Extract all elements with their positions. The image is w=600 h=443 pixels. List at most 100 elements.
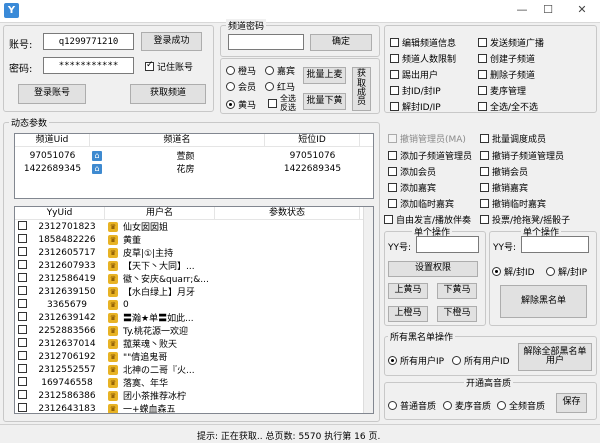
row-checkbox[interactable] [15, 377, 29, 388]
revoke-member-checkbox[interactable]: 撤销会员 [480, 165, 528, 178]
get-members-button[interactable]: 获取成员 [352, 67, 371, 111]
password-input[interactable]: *********** [43, 57, 134, 74]
add-temp-guest-checkbox[interactable]: 添加临时嘉宾 [388, 197, 454, 210]
row-checkbox[interactable] [15, 221, 29, 232]
unban-ip-radio[interactable]: 解/封IP [546, 265, 587, 278]
full-quality-radio[interactable]: 全频音质 [497, 399, 545, 412]
batch-dispatch-checkbox[interactable]: 批量调度成员 [480, 132, 546, 145]
user-row[interactable]: 169746558 ♛ 落寞、年华 [15, 376, 373, 389]
channel-row[interactable]: 1422689345 ⌂ 花房 1422689345 [15, 162, 373, 175]
row-checkbox[interactable] [15, 273, 29, 284]
row-checkbox[interactable] [15, 312, 29, 323]
revoke-sub-admin-checkbox[interactable]: 撤销子频道管理员 [480, 149, 564, 162]
user-row[interactable]: 2252883566 ♛ Ty.桃花源一欢迎 [15, 324, 373, 337]
select-all-label: 全选 反选 [280, 94, 296, 112]
select-all-checkbox[interactable]: 全选 反选 [268, 94, 298, 112]
up-orange-button[interactable]: 上橙马 [388, 306, 428, 322]
row-checkbox[interactable] [15, 260, 29, 271]
minimize-icon[interactable]: — [512, 2, 532, 18]
perm-create-sub-checkbox[interactable]: 创建子频道 [478, 52, 535, 65]
unban-blacklist-button[interactable]: 解除黑名单 [500, 285, 587, 318]
user-row[interactable]: 2312607933 ♛ 【天下丶大同】... [15, 259, 373, 272]
user-row[interactable]: 1858482226 ♛ 黄董 [15, 233, 373, 246]
row-checkbox[interactable] [15, 247, 29, 258]
col-short-id[interactable]: 短位ID [265, 134, 360, 147]
perm-select-all-checkbox[interactable]: 全选/全不选 [478, 100, 538, 113]
up-yellow-button[interactable]: 上黄马 [388, 283, 428, 299]
row-checkbox[interactable] [15, 338, 29, 349]
perm-broadcast-checkbox[interactable]: 发送频道广播 [478, 36, 544, 49]
unban-all-blacklist-button[interactable]: 解除全部黑名单用户 [518, 343, 592, 371]
perm-mic-order-checkbox[interactable]: 麦序管理 [478, 84, 526, 97]
channel-list[interactable]: 频道Uid 频道名 短位ID 97051076 ⌂ 萱颜 97051076 14… [14, 133, 374, 199]
yy-input-right[interactable] [521, 236, 589, 253]
revoke-admin-checkbox[interactable]: 撤销管理员(MA) [388, 132, 466, 145]
channel-password-input[interactable] [228, 34, 304, 50]
add-guest-checkbox[interactable]: 添加嘉宾 [388, 181, 436, 194]
radio-orange[interactable]: 橙马 [226, 64, 256, 77]
perm-limit-checkbox[interactable]: 频道人数限制 [390, 52, 456, 65]
row-checkbox[interactable] [15, 325, 29, 336]
normal-quality-radio[interactable]: 普通音质 [388, 399, 436, 412]
row-checkbox[interactable] [15, 403, 29, 413]
down-yellow-button[interactable]: 下黄马 [437, 283, 477, 299]
confirm-button[interactable]: 确定 [310, 34, 372, 51]
col-channel-uid[interactable]: 频道Uid [15, 134, 90, 147]
col-param-status[interactable]: 参数状态 [215, 207, 360, 220]
maximize-icon[interactable]: ☐ [538, 2, 558, 18]
login-success-button[interactable]: 登录成功 [141, 32, 202, 51]
row-checkbox[interactable] [15, 234, 29, 245]
user-list[interactable]: YyUid 用户名 参数状态 2312701823 ♛ 仙女囡囡姐 185848222… [14, 206, 374, 414]
row-checkbox[interactable] [15, 286, 29, 297]
radio-red[interactable]: 红马 [265, 80, 295, 93]
user-row[interactable]: 2312639150 ♛ 【水白绿上】月牙 [15, 285, 373, 298]
mic-quality-radio[interactable]: 麦序音质 [443, 399, 491, 412]
batch-up-button[interactable]: 批量上麦 [303, 67, 346, 84]
col-yyuid[interactable]: YyUid [15, 207, 105, 220]
col-channel-name[interactable]: 频道名 [90, 134, 265, 147]
row-checkbox[interactable] [15, 364, 29, 375]
radio-member[interactable]: 会员 [226, 80, 256, 93]
get-channel-button[interactable]: 获取频道 [130, 84, 206, 104]
add-member-checkbox[interactable]: 添加会员 [388, 165, 436, 178]
set-permission-button[interactable]: 设置权限 [388, 261, 478, 277]
radio-yellow[interactable]: 黄马 [226, 98, 256, 111]
perm-unban-checkbox[interactable]: 解封ID/IP [390, 100, 441, 113]
batch-down-button[interactable]: 批量下黄 [303, 93, 346, 110]
login-account-button[interactable]: 登录账号 [18, 84, 86, 104]
unban-id-radio[interactable]: 解/封ID [492, 265, 535, 278]
down-orange-button[interactable]: 下橙马 [437, 306, 477, 322]
col-username[interactable]: 用户名 [105, 207, 215, 220]
user-row[interactable]: 2312586419 ♛ 徽丶安庆&quarr;&... [15, 272, 373, 285]
revoke-temp-guest-checkbox[interactable]: 撤销临时嘉宾 [480, 197, 546, 210]
all-ip-radio[interactable]: 所有用户IP [388, 354, 444, 367]
add-sub-admin-checkbox[interactable]: 添加子频道管理员 [388, 149, 472, 162]
close-icon[interactable]: ✕ [572, 2, 592, 18]
all-id-radio[interactable]: 所有用户ID [452, 354, 510, 367]
yy-input-left[interactable] [416, 236, 479, 253]
user-row[interactable]: 2312701823 ♛ 仙女囡囡姐 [15, 220, 373, 233]
user-row[interactable]: 2312605717 ♛ 皮草|①|主持 [15, 246, 373, 259]
remember-account-checkbox[interactable]: 记住账号 [145, 60, 193, 73]
save-button[interactable]: 保存 [556, 393, 587, 413]
user-row[interactable]: 2312552557 ♛ 北神の二哥『火... [15, 363, 373, 376]
perm-kick-checkbox[interactable]: 踢出用户 [390, 68, 438, 81]
perm-ban-checkbox[interactable]: 封ID/封IP [390, 84, 441, 97]
user-list-scrollbar[interactable] [363, 207, 373, 413]
user-row[interactable]: 2312637014 ♛ 菰莱魂丶败天 [15, 337, 373, 350]
revoke-guest-checkbox[interactable]: 撤销嘉宾 [480, 181, 528, 194]
user-row[interactable]: 2312706192 ♛ ""倩追鬼哥 [15, 350, 373, 363]
user-row[interactable]: 2312586386 ♛ 团小茶推荐冰柠 [15, 389, 373, 402]
perm-edit-channel-checkbox[interactable]: 编辑频道信息 [390, 36, 456, 49]
radio-guest[interactable]: 嘉宾 [265, 64, 295, 77]
row-checkbox[interactable] [15, 299, 29, 310]
row-checkbox[interactable] [15, 390, 29, 401]
user-row[interactable]: 3365679 ♛ 0 [15, 298, 373, 311]
user-row[interactable]: 2312639142 ♛ 〓瀚★单〓如此... [15, 311, 373, 324]
account-input[interactable]: q1299771210 [43, 33, 134, 50]
perm-delete-sub-checkbox[interactable]: 删除子频道 [478, 68, 535, 81]
row-checkbox[interactable] [15, 351, 29, 362]
channel-row[interactable]: 97051076 ⌂ 萱颜 97051076 [15, 149, 373, 162]
user-row[interactable]: 2312643183 ♛ 一+蝾血森五 [15, 402, 373, 413]
user-name: 北神の二哥『火... [123, 366, 195, 376]
